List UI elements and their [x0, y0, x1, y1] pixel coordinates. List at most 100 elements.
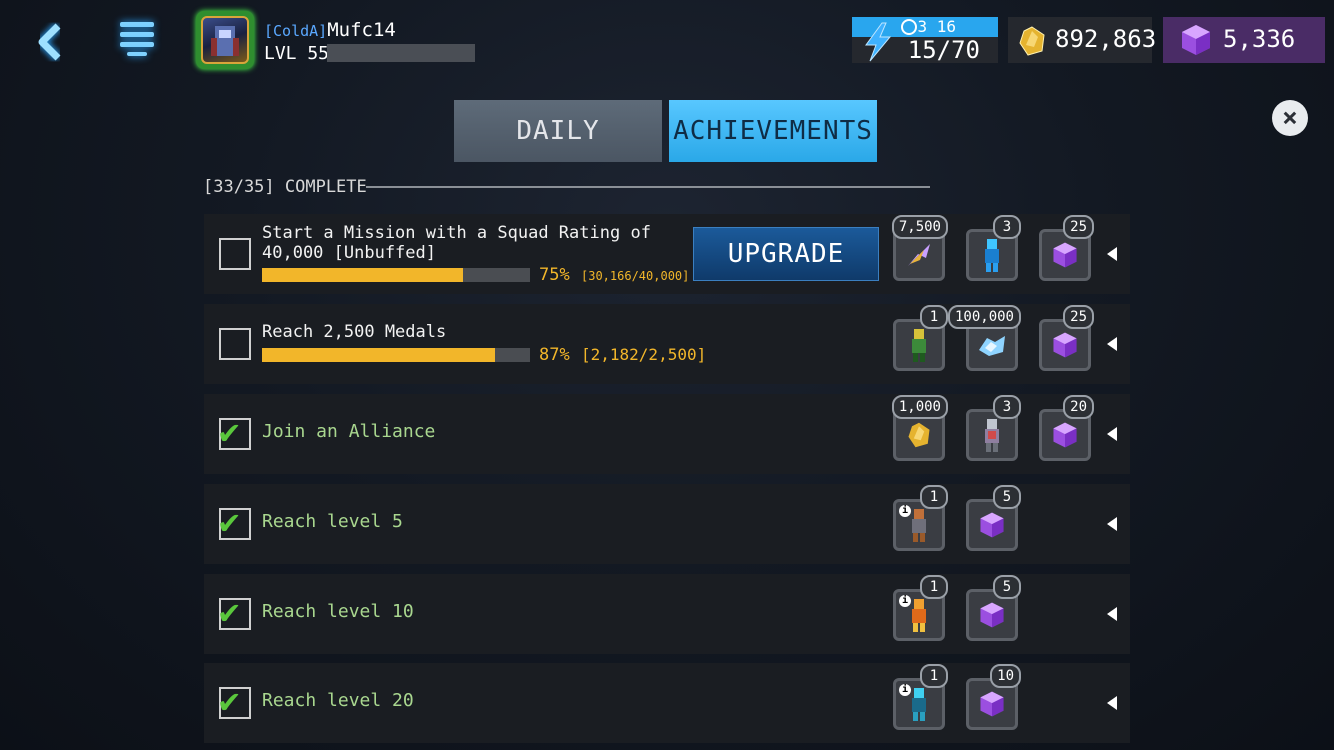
- avatar-portrait-icon: [201, 16, 249, 64]
- reward-item[interactable]: 1,000: [891, 395, 948, 461]
- reward-item[interactable]: 25: [1039, 305, 1094, 371]
- info-icon[interactable]: i: [899, 595, 911, 607]
- progress-fill: [262, 268, 463, 282]
- upgrade-button[interactable]: UPGRADE: [693, 227, 879, 281]
- reward-item[interactable]: 5: [966, 575, 1021, 641]
- reward-item[interactable]: i 1: [893, 485, 948, 551]
- reward-item[interactable]: 100,000: [947, 305, 1021, 371]
- achievement-row: Reach 2,500 Medals 87% [2,182/2,500] 1 1…: [204, 304, 1130, 384]
- expand-arrow-icon[interactable]: [1107, 607, 1117, 621]
- purple-gem-icon: [1053, 242, 1077, 268]
- progress-text: [2,182/2,500]: [581, 345, 707, 364]
- purple-gem-icon: [980, 691, 1004, 717]
- reward-quantity: 3: [993, 215, 1021, 239]
- purple-gem-icon: [980, 512, 1004, 538]
- blue-character-icon: [985, 239, 999, 272]
- checkbox-checked: ✔: [219, 412, 251, 452]
- energy-value: 15/70: [907, 36, 980, 64]
- expand-arrow-icon[interactable]: [1107, 427, 1117, 441]
- reward-quantity: 25: [1063, 305, 1094, 329]
- green-character-icon: [912, 329, 926, 362]
- achievement-row: Start a Mission with a Squad Rating of 4…: [204, 214, 1130, 294]
- reward-item[interactable]: 3: [966, 215, 1021, 281]
- reward-quantity: 5: [993, 485, 1021, 509]
- purple-gem-icon: [980, 602, 1004, 628]
- expand-arrow-icon[interactable]: [1107, 247, 1117, 261]
- progress-percent: 75%: [539, 265, 570, 285]
- energy-timer-text: 3 16: [917, 17, 956, 36]
- silver-character-icon: [985, 419, 999, 452]
- gold-nugget-icon: [908, 422, 930, 448]
- progress-text: [30,166/40,000]: [581, 269, 690, 283]
- tab-daily[interactable]: DAILY: [454, 100, 662, 162]
- menu-button[interactable]: [114, 18, 162, 66]
- reward-quantity: 25: [1063, 215, 1094, 239]
- purple-gem-icon: [1053, 332, 1077, 358]
- xp-bar: [327, 44, 475, 62]
- purple-gem-icon: [1182, 25, 1210, 55]
- reward-item[interactable]: 3: [966, 395, 1021, 461]
- expand-arrow-icon[interactable]: [1107, 337, 1117, 351]
- achievement-title: Join an Alliance: [262, 421, 436, 442]
- reward-quantity: 5: [993, 575, 1021, 599]
- gold-icon: [1019, 26, 1045, 56]
- alliance-tag: [ColdA]: [264, 22, 328, 40]
- divider: [366, 186, 930, 188]
- reward-item[interactable]: 5: [966, 485, 1021, 551]
- reward-quantity: 3: [993, 395, 1021, 419]
- reward-quantity: 10: [990, 664, 1021, 688]
- back-button[interactable]: [24, 16, 76, 68]
- clock-icon: [901, 19, 917, 35]
- achievement-title: Reach level 5: [262, 511, 403, 532]
- reward-item[interactable]: i 1: [893, 575, 948, 641]
- ore-crystal-icon: [979, 336, 1005, 356]
- achievement-title: Start a Mission with a Squad Rating of 4…: [262, 223, 651, 263]
- info-icon[interactable]: i: [899, 505, 911, 517]
- energy-panel[interactable]: 3 16 15/70: [852, 17, 998, 64]
- achievement-title: Reach 2,500 Medals: [262, 322, 447, 342]
- avatar[interactable]: [196, 11, 254, 69]
- checkmark-icon: ✔: [219, 681, 240, 721]
- reward-item[interactable]: 10: [966, 664, 1021, 730]
- player-username: Mufc14: [327, 19, 396, 41]
- progress-percent: 87%: [539, 345, 570, 365]
- gold-amount: 892,863: [1055, 25, 1157, 53]
- reward-quantity: 1: [920, 305, 948, 329]
- checkbox: [219, 238, 251, 270]
- checkmark-icon: ✔: [219, 592, 240, 632]
- reward-item[interactable]: i 1: [893, 664, 948, 730]
- reward-quantity: 1,000: [891, 395, 948, 419]
- reward-item[interactable]: 7,500: [891, 215, 948, 281]
- achievement-title: Reach level 10: [262, 601, 414, 622]
- reward-quantity: 20: [1063, 395, 1094, 419]
- close-button[interactable]: ×: [1272, 100, 1308, 136]
- progress-bar: [262, 268, 530, 282]
- close-icon: ×: [1282, 103, 1298, 133]
- expand-arrow-icon[interactable]: [1107, 517, 1117, 531]
- info-icon[interactable]: i: [899, 684, 911, 696]
- progress-fill: [262, 348, 496, 362]
- reward-item[interactable]: 1: [893, 305, 948, 371]
- progress-bar: [262, 348, 530, 362]
- reward-quantity: 1: [920, 664, 948, 688]
- lightning-bolt-icon: [865, 22, 892, 62]
- tab-achievements[interactable]: ACHIEVEMENTS: [669, 100, 877, 162]
- achievement-row: ✔ Reach level 5 i 1 5: [204, 484, 1130, 564]
- chevron-left-icon: [34, 22, 62, 62]
- reward-item[interactable]: 20: [1039, 395, 1094, 461]
- checkbox-checked: ✔: [219, 592, 251, 632]
- checkbox: [219, 328, 251, 360]
- checkmark-icon: ✔: [219, 502, 240, 542]
- checkbox-checked: ✔: [219, 502, 251, 542]
- reward-quantity: 100,000: [947, 305, 1021, 329]
- achievement-row: ✔ Join an Alliance 1,000 3 20: [204, 394, 1130, 474]
- completion-count: [33/35] COMPLETE: [203, 177, 367, 197]
- expand-arrow-icon[interactable]: [1107, 696, 1117, 710]
- reward-item[interactable]: 25: [1039, 215, 1094, 281]
- gold-panel[interactable]: 892,863: [1008, 17, 1156, 63]
- checkbox-checked: ✔: [219, 681, 251, 721]
- checkmark-icon: ✔: [219, 412, 240, 452]
- gem-panel[interactable]: 5,336: [1163, 17, 1325, 63]
- reward-quantity: 1: [920, 485, 948, 509]
- player-level: LVL 55: [264, 43, 330, 64]
